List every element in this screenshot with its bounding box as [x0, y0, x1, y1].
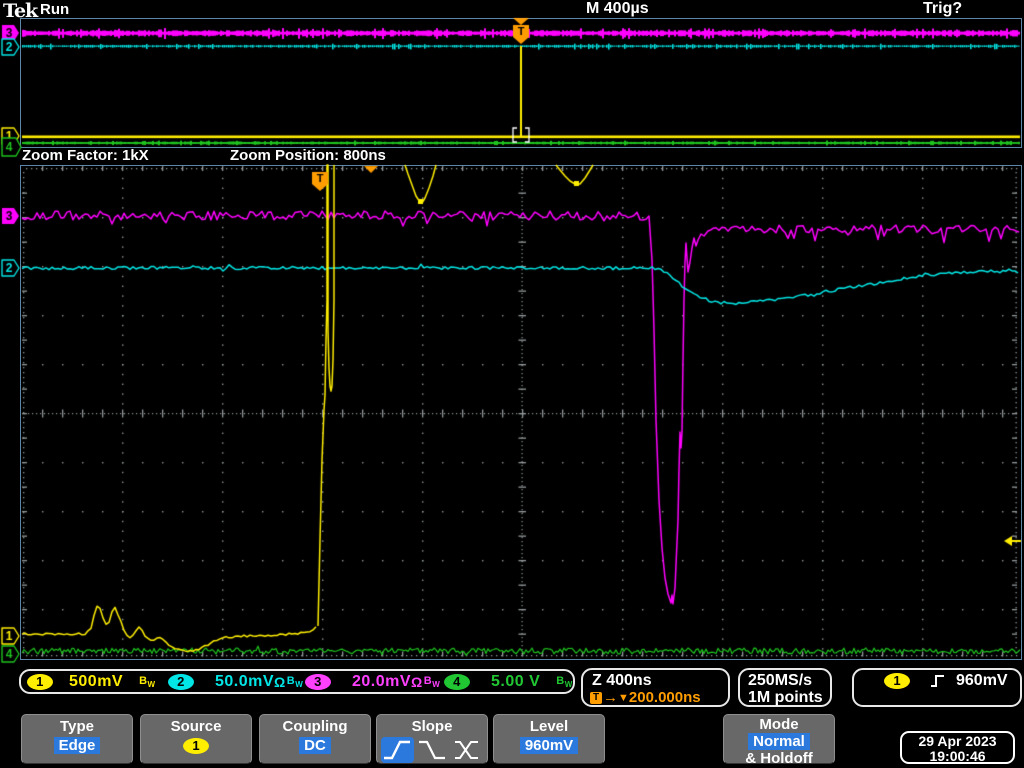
- zoom-window: [20, 165, 1022, 660]
- delay-readout: T→▼200.000ns: [590, 689, 701, 706]
- ch2-scale-readout: 250.0mVΩBW: [168, 672, 303, 692]
- menu-type-button[interactable]: Type Edge: [21, 714, 133, 764]
- menu-mode-button[interactable]: Mode Normal & Holdoff: [723, 714, 835, 764]
- datetime-box: 29 Apr 2023 19:00:46: [900, 731, 1015, 764]
- trigger-level-readout: 960mV: [956, 672, 1008, 690]
- slope-either-icon[interactable]: [451, 737, 484, 763]
- slope-rising-icon[interactable]: [381, 737, 414, 763]
- bandwidth-limit-icon: BW: [556, 675, 573, 689]
- date-readout: 29 Apr 2023: [902, 734, 1013, 749]
- menu-source-value-badge: 1: [183, 738, 209, 754]
- slope-falling-icon[interactable]: [416, 737, 449, 763]
- trigger-readout-box: 1 960mV: [852, 668, 1022, 707]
- menu-slope-button[interactable]: Slope: [376, 714, 488, 764]
- delay-triangle-icon: ▼: [618, 692, 629, 704]
- sample-rate-box: 250MS/s 1M points: [738, 668, 832, 707]
- ch4-badge: 4: [444, 674, 470, 690]
- arrow-icon: →: [603, 689, 618, 706]
- trigger-status: Trig?: [923, 0, 962, 18]
- menu-level-button[interactable]: Level 960mV: [493, 714, 605, 764]
- menu-mode-label: Mode: [724, 716, 834, 733]
- record-length-readout: 1M points: [748, 689, 823, 707]
- bandwidth-limit-icon: BW: [424, 675, 441, 689]
- zoom-factor-label: Zoom Factor: 1kX: [22, 147, 149, 164]
- zoom-timebase-box: Z 400ns T→▼200.000ns: [581, 668, 730, 707]
- menu-source-button[interactable]: Source 1: [140, 714, 252, 764]
- trigger-slope-icon: [930, 673, 946, 689]
- zoom-position-label: Zoom Position: 800ns: [230, 147, 386, 164]
- ch3-badge: 3: [305, 674, 331, 690]
- menu-mode-value: Normal: [748, 733, 810, 750]
- menu-coupling-button[interactable]: Coupling DC: [259, 714, 371, 764]
- timebase-readout: M 400µs: [586, 0, 649, 18]
- trigger-t-icon: T: [590, 692, 602, 704]
- time-readout: 19:00:46: [902, 749, 1013, 764]
- oscilloscope-screen: Tek Run M 400µs Trig? Zoom Factor: 1kX Z…: [0, 0, 1024, 768]
- menu-type-label: Type: [22, 718, 132, 735]
- menu-coupling-value: DC: [299, 737, 331, 754]
- ch4-scale-readout: 45.00 VBW: [444, 672, 573, 692]
- ch2-badge: 2: [168, 674, 194, 690]
- sample-rate-readout: 250MS/s: [748, 672, 812, 690]
- menu-mode-value2: & Holdoff: [724, 750, 834, 767]
- trigger-source-badge: 1: [884, 673, 910, 689]
- menu-source-label: Source: [141, 718, 251, 735]
- channel-scale-readouts: 1500mVBW 250.0mVΩBW320.0mVΩBW45.00 VBW: [19, 669, 575, 694]
- menu-level-label: Level: [494, 718, 604, 735]
- menu-coupling-label: Coupling: [260, 718, 370, 735]
- bandwidth-limit-icon: BW: [287, 675, 304, 689]
- menu-slope-label: Slope: [377, 718, 487, 735]
- ch1-scale-readout: 1500mVBW: [27, 672, 156, 692]
- zoom-scale-readout: Z 400ns: [592, 672, 652, 690]
- ch3-scale-readout: 320.0mVΩBW: [305, 672, 440, 692]
- bandwidth-limit-icon: BW: [139, 675, 156, 689]
- overview-window: [20, 18, 1022, 148]
- menu-level-value: 960mV: [520, 737, 578, 754]
- ch1-badge: 1: [27, 674, 53, 690]
- acquisition-status: Run: [40, 1, 69, 18]
- menu-type-value: Edge: [54, 737, 101, 754]
